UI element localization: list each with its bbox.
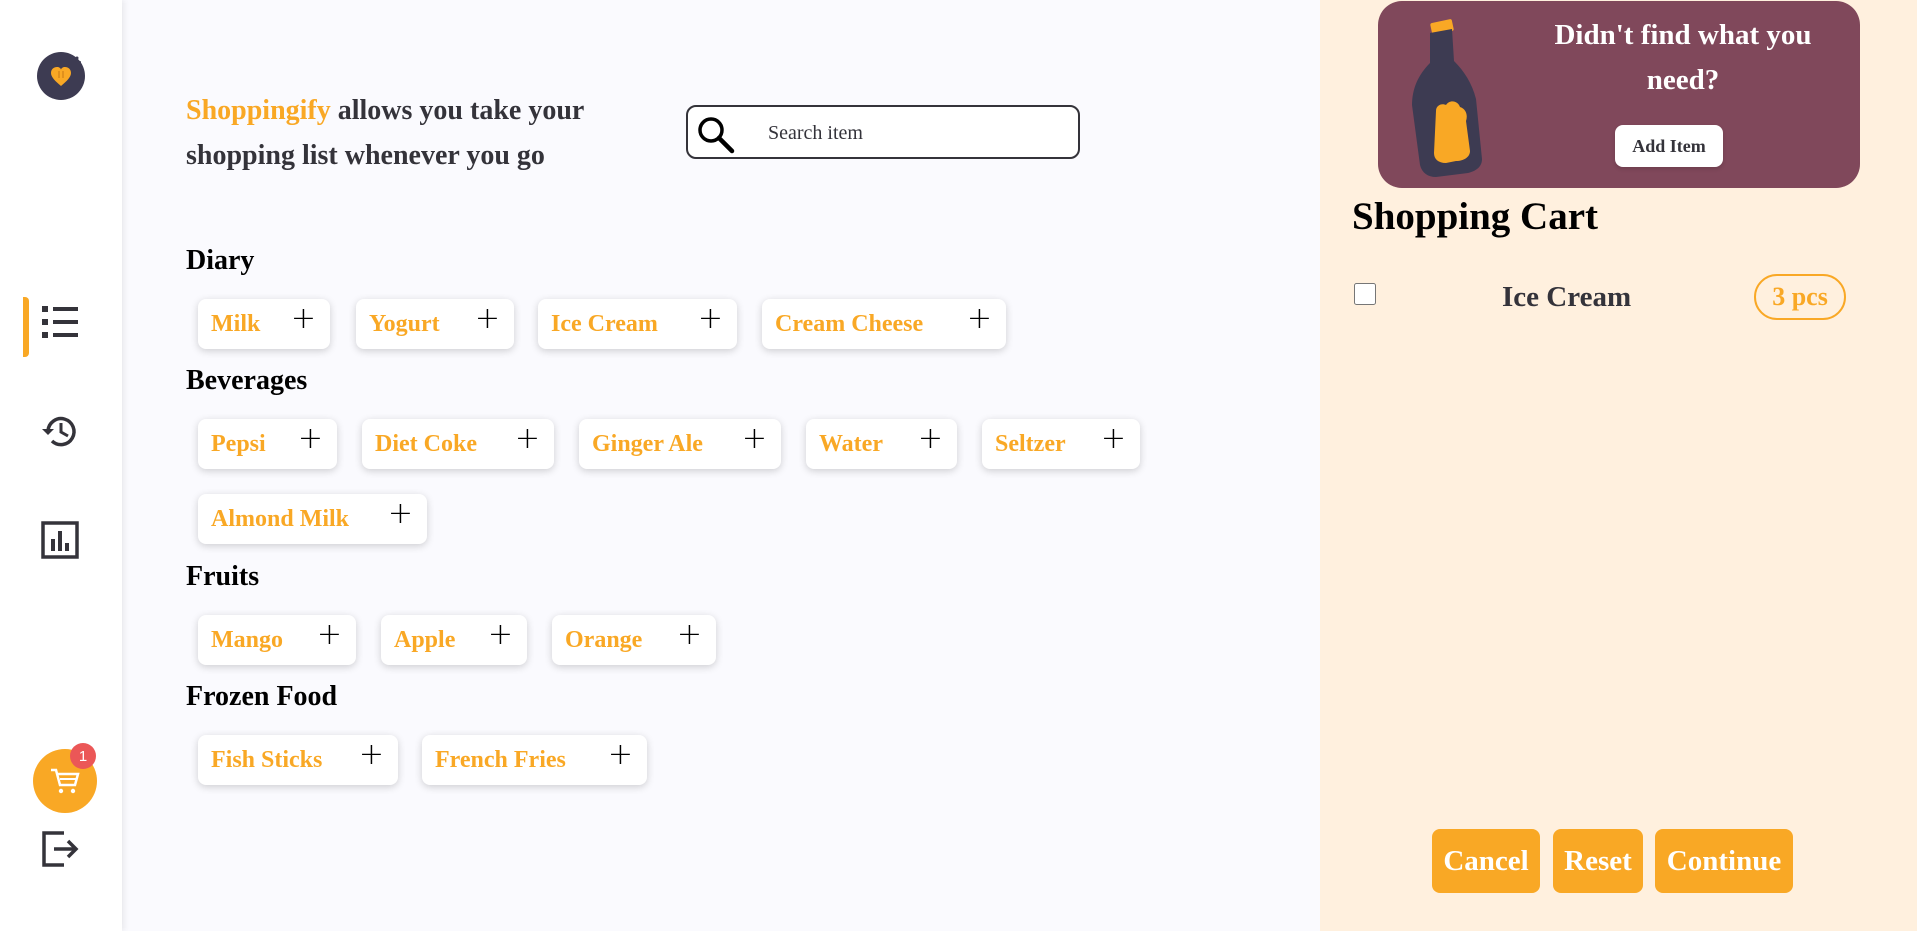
add-item-plus[interactable]: + xyxy=(742,424,767,454)
item-label: Apple xyxy=(394,626,456,653)
item-label: Water xyxy=(819,430,883,457)
cart-icon xyxy=(51,768,80,794)
reset-button[interactable]: Reset xyxy=(1553,829,1643,893)
item-label: Fish Sticks xyxy=(211,746,323,773)
item-pepsi[interactable]: Pepsi + xyxy=(198,419,337,469)
category-title-diary: Diary xyxy=(186,245,255,276)
category-title-fruits: Fruits xyxy=(186,561,260,592)
chart-icon[interactable] xyxy=(40,520,80,560)
promo-text: Didn't find what you need? xyxy=(1554,19,1812,96)
list-icon[interactable] xyxy=(40,302,80,342)
page-headline: Shoppingify allows you take your shoppin… xyxy=(186,88,646,178)
bottle-icon xyxy=(1412,19,1482,177)
cancel-button[interactable]: Cancel xyxy=(1432,829,1540,893)
brand-name: Shoppingify xyxy=(186,95,331,126)
search-input[interactable] xyxy=(766,119,1060,147)
item-label: Mango xyxy=(211,626,283,653)
add-item-plus[interactable]: + xyxy=(488,620,513,650)
item-apple[interactable]: Apple + xyxy=(381,615,527,665)
item-mango[interactable]: Mango + xyxy=(198,615,356,665)
add-item-promo: Didn't find what you need? Add Item xyxy=(1378,1,1860,188)
continue-button[interactable]: Continue xyxy=(1655,829,1793,893)
item-almond-milk[interactable]: Almond Milk + xyxy=(198,494,427,544)
item-label: Orange xyxy=(565,626,643,653)
add-item-plus[interactable]: + xyxy=(515,424,540,454)
add-item-plus[interactable]: + xyxy=(608,740,633,770)
cart-item-name: Ice Cream xyxy=(1502,281,1632,313)
sidebar: 1 xyxy=(0,0,122,931)
item-water[interactable]: Water + xyxy=(806,419,957,469)
item-label: Ice Cream xyxy=(551,310,658,337)
item-yogurt[interactable]: Yogurt + xyxy=(356,299,514,349)
cart-item-checkbox[interactable] xyxy=(1354,283,1376,305)
add-item-plus[interactable]: + xyxy=(677,620,702,650)
add-item-plus[interactable]: + xyxy=(475,304,500,334)
item-french-fries[interactable]: French Fries + xyxy=(422,735,647,785)
item-ginger-ale[interactable]: Ginger Ale + xyxy=(579,419,781,469)
shoppingify-logo[interactable] xyxy=(37,52,85,100)
item-orange[interactable]: Orange + xyxy=(552,615,716,665)
nav-active-indicator xyxy=(23,297,29,357)
item-label: Seltzer xyxy=(995,430,1066,457)
item-label: French Fries xyxy=(435,746,566,773)
cart-item-row: Ice Cream 3 pcs xyxy=(1352,273,1872,329)
shopping-cart-title: Shopping Cart xyxy=(1352,195,1598,238)
search-box[interactable] xyxy=(686,105,1080,159)
item-cream-cheese[interactable]: Cream Cheese + xyxy=(762,299,1006,349)
add-item-plus[interactable]: + xyxy=(698,304,723,334)
item-seltzer[interactable]: Seltzer + xyxy=(982,419,1140,469)
search-icon xyxy=(698,117,735,154)
item-label: Diet Coke xyxy=(375,430,477,457)
add-item-plus[interactable]: + xyxy=(388,499,413,529)
add-item-plus[interactable]: + xyxy=(967,304,992,334)
item-label: Ginger Ale xyxy=(592,430,703,457)
add-item-button[interactable]: Add Item xyxy=(1615,125,1723,167)
add-item-plus[interactable]: + xyxy=(918,424,943,454)
item-milk[interactable]: Milk + xyxy=(198,299,330,349)
shopping-cart-panel: Didn't find what you need? Add Item Shop… xyxy=(1320,0,1917,931)
item-label: Pepsi xyxy=(211,430,266,457)
category-title-frozen-food: Frozen Food xyxy=(186,681,338,712)
item-label: Yogurt xyxy=(369,310,440,337)
item-label: Almond Milk xyxy=(211,505,350,532)
cart-count-badge: 1 xyxy=(70,743,96,769)
category-title-beverages: Beverages xyxy=(186,365,308,396)
item-diet-coke[interactable]: Diet Coke + xyxy=(362,419,554,469)
main-content: Shoppingify allows you take your shoppin… xyxy=(122,0,1320,931)
add-item-plus[interactable]: + xyxy=(291,304,316,334)
logout-icon[interactable] xyxy=(40,829,80,869)
history-icon[interactable] xyxy=(40,411,80,451)
add-item-plus[interactable]: + xyxy=(1101,424,1126,454)
item-label: Cream Cheese xyxy=(775,310,924,337)
cart-item-quantity[interactable]: 3 pcs xyxy=(1754,274,1846,320)
item-ice-cream[interactable]: Ice Cream + xyxy=(538,299,737,349)
add-item-plus[interactable]: + xyxy=(359,740,384,770)
add-item-plus[interactable]: + xyxy=(317,620,342,650)
item-fish-sticks[interactable]: Fish Sticks + xyxy=(198,735,398,785)
item-label: Milk xyxy=(211,310,261,337)
add-item-plus[interactable]: + xyxy=(298,424,323,454)
